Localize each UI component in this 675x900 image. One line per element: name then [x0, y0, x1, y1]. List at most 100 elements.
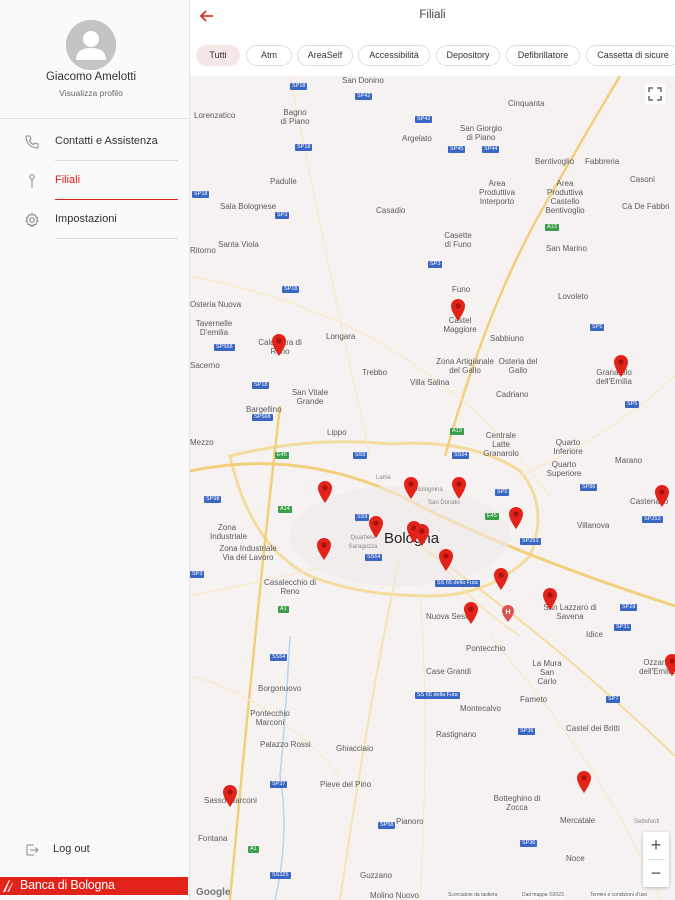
branch-marker[interactable]: [664, 653, 675, 677]
sidebar-item-branches[interactable]: Filiali: [0, 162, 190, 200]
filter-chip-all[interactable]: Tutti: [196, 45, 240, 66]
road-shield: SP3: [428, 261, 443, 268]
place-label: Funo: [452, 285, 471, 294]
map-pin-icon: [452, 477, 466, 499]
keyboard-shortcuts-link[interactable]: Scorciatoie da tastiera: [448, 892, 498, 898]
place-label: Casadio: [376, 206, 406, 215]
place-label: San Giorgio di Piano: [459, 124, 503, 142]
logout-button[interactable]: Log out: [0, 838, 190, 862]
road-shield: E45: [275, 452, 289, 459]
place-label: Cadriano: [496, 390, 529, 399]
place-label: Zona Industriale Via del Lavoro: [219, 544, 277, 562]
branch-marker[interactable]: [542, 587, 558, 611]
place-label: Guzzano: [360, 871, 393, 880]
place-label: Fabbreria: [585, 157, 620, 166]
sidebar: Giacomo Amelotti Visualizza profilo Cont…: [0, 0, 190, 900]
place-label: Botteghino di Zocca: [493, 794, 541, 812]
branch-marker[interactable]: [613, 354, 629, 378]
map-pin-icon: [655, 485, 669, 507]
road-shield: SP36: [518, 728, 536, 735]
branch-marker[interactable]: [451, 476, 467, 500]
view-profile-link[interactable]: Visualizza profilo: [0, 88, 182, 98]
road-shield: SP3: [275, 212, 290, 219]
branch-marker[interactable]: [271, 333, 287, 357]
map-pin-icon: [509, 507, 523, 529]
place-label: Casette di Funo: [444, 231, 472, 249]
map-pin-icon: [439, 549, 453, 571]
phone-icon: [24, 134, 40, 150]
branch-marker[interactable]: [463, 601, 479, 625]
branch-marker[interactable]: [508, 506, 524, 530]
road-shield: SP86: [580, 484, 598, 491]
svg-text:H: H: [505, 609, 510, 616]
road-shield: SP42: [415, 116, 433, 123]
place-label: Bentivoglio: [535, 157, 575, 166]
road-shield: SP45: [448, 146, 466, 153]
sidebar-item-underline: [55, 238, 178, 239]
road-shield: SP5: [495, 489, 510, 496]
map-pin-icon: [404, 477, 418, 499]
map-pin-icon: [577, 771, 591, 793]
place-label: Casalecchio di Reno: [263, 578, 317, 596]
branch-marker[interactable]: [414, 523, 430, 547]
map-pin-icon: [665, 654, 675, 676]
branch-map[interactable]: SP18 SP42 SP42 SP18 SP45 SP44 SP18 SP3 A…: [190, 76, 675, 900]
place-label: San Vitale Grande: [291, 388, 329, 406]
branch-marker[interactable]: [438, 548, 454, 572]
zoom-in-button[interactable]: +: [643, 832, 669, 859]
map-pin-icon: [464, 602, 478, 624]
place-label: Zona Industriale: [210, 523, 247, 541]
branch-marker[interactable]: [493, 567, 509, 591]
place-label: Lame: [376, 475, 392, 481]
filter-chip-areaself[interactable]: AreaSelf: [297, 45, 353, 66]
filter-chip-defibrillator[interactable]: Defibrillatore: [506, 45, 580, 66]
place-label: Pontecchio: [466, 644, 506, 653]
filter-chip-accessibility[interactable]: Accessibilità: [358, 45, 430, 66]
place-label: San Donino: [342, 76, 384, 85]
terms-link[interactable]: Termini e condizioni d'uso: [590, 892, 648, 898]
road-shield: SP5: [625, 401, 640, 408]
map-pin-icon: [369, 516, 383, 538]
branch-marker[interactable]: [368, 515, 384, 539]
place-label: Mezzo: [190, 438, 214, 447]
road-shield: SP253: [642, 516, 663, 523]
branch-marker[interactable]: [576, 770, 592, 794]
road-shield: SP7: [606, 696, 621, 703]
branch-marker[interactable]: [222, 784, 238, 808]
sidebar-item-contacts[interactable]: Contatti e Assistenza: [0, 123, 190, 161]
road-shield: SP253: [520, 538, 541, 545]
branch-marker[interactable]: [403, 476, 419, 500]
place-label: Palazzo Rossi: [260, 740, 311, 749]
place-label: Idice: [586, 630, 603, 639]
place-label: Zona Artigianale del Gallo: [436, 357, 494, 375]
avatar[interactable]: [66, 20, 116, 70]
filter-chip-safe-deposit[interactable]: Cassetta di sicure: [586, 45, 675, 66]
place-label: Bagno di Piano: [280, 108, 310, 126]
branch-marker[interactable]: [316, 537, 332, 561]
branch-marker[interactable]: [450, 298, 466, 322]
road-shield: SP18: [252, 382, 270, 389]
fullscreen-button[interactable]: [645, 84, 665, 104]
logout-label: Log out: [53, 843, 90, 855]
zoom-out-button[interactable]: −: [643, 860, 669, 887]
top-bar: Filiali: [190, 0, 675, 36]
hospital-icon[interactable]: H: [501, 605, 515, 623]
place-label: Fontana: [198, 834, 228, 843]
place-label: Borgonuovo: [258, 684, 302, 693]
place-label: San Donato: [428, 500, 460, 506]
place-label: Pieve del Pino: [320, 780, 372, 789]
logout-icon: [24, 842, 40, 858]
road-shield: SP37: [270, 781, 288, 788]
sidebar-item-settings[interactable]: Impostazioni: [0, 201, 190, 239]
filter-chip-depository[interactable]: Depository: [436, 45, 500, 66]
place-label: Lovoleto: [558, 292, 589, 301]
branch-marker[interactable]: [317, 480, 333, 504]
filter-chip-atm[interactable]: Atm: [246, 45, 292, 66]
road-shield: SP568: [252, 414, 273, 421]
road-shield: A1: [278, 606, 289, 613]
road-shield: A1: [248, 846, 259, 853]
road-shield: SP18: [290, 83, 308, 90]
branch-marker[interactable]: [654, 484, 670, 508]
road-shield: A13: [545, 224, 559, 231]
zoom-control: + −: [643, 832, 669, 887]
